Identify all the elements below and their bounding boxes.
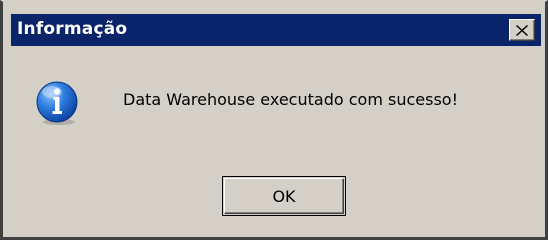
close-icon — [516, 24, 528, 36]
dialog-message: Data Warehouse executado com sucesso! — [123, 90, 458, 109]
title-bar[interactable]: Informação — [11, 14, 541, 46]
info-icon — [36, 81, 78, 125]
dialog-window: Informação Data Warehouse executado com … — [0, 0, 548, 240]
dialog-title: Informação — [17, 19, 128, 39]
close-button[interactable] — [509, 19, 535, 41]
ok-button-label: OK — [272, 186, 296, 206]
ok-button[interactable]: OK — [222, 176, 346, 216]
